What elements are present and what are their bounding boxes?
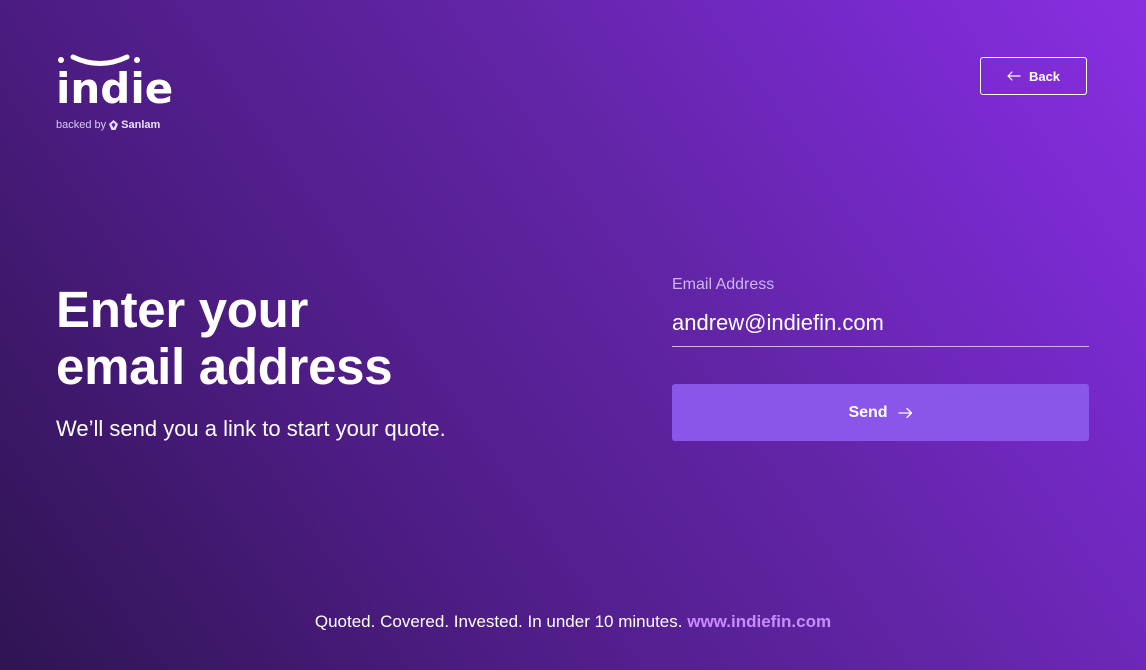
send-button-label: Send [848, 403, 888, 421]
indie-logo[interactable]: indie backed by Sanlam [56, 54, 176, 134]
back-button-label: Back [1028, 68, 1061, 84]
email-field[interactable] [672, 310, 1089, 347]
arrow-right-icon [897, 407, 912, 418]
logo-wordmark: indie [56, 64, 174, 113]
email-field-label: Email Address [672, 276, 775, 293]
backed-by-text: backed by [56, 119, 107, 131]
back-button[interactable]: Back [980, 57, 1087, 95]
footer: Quoted. Covered. Invested. In under 10 m… [0, 612, 1146, 632]
page-title-line-2: email address [56, 338, 393, 395]
email-form: Email Address [672, 276, 1089, 347]
send-button[interactable]: Send [672, 384, 1089, 441]
logo-dot-left [58, 57, 64, 63]
page-subtitle: We’ll send you a link to start your quot… [56, 416, 446, 441]
arrow-left-icon [1007, 71, 1021, 81]
footer-website-link[interactable]: www.indiefin.com [687, 612, 831, 631]
sanlam-logo-icon [109, 120, 119, 130]
page-title-line-1: Enter your [56, 281, 309, 338]
backed-by-line: backed by Sanlam [56, 119, 160, 131]
page-title: Enter your email address [56, 281, 393, 395]
sanlam-name: Sanlam [121, 119, 161, 131]
footer-tagline: Quoted. Covered. Invested. In under 10 m… [314, 612, 683, 631]
logo-dot-right [134, 57, 140, 63]
